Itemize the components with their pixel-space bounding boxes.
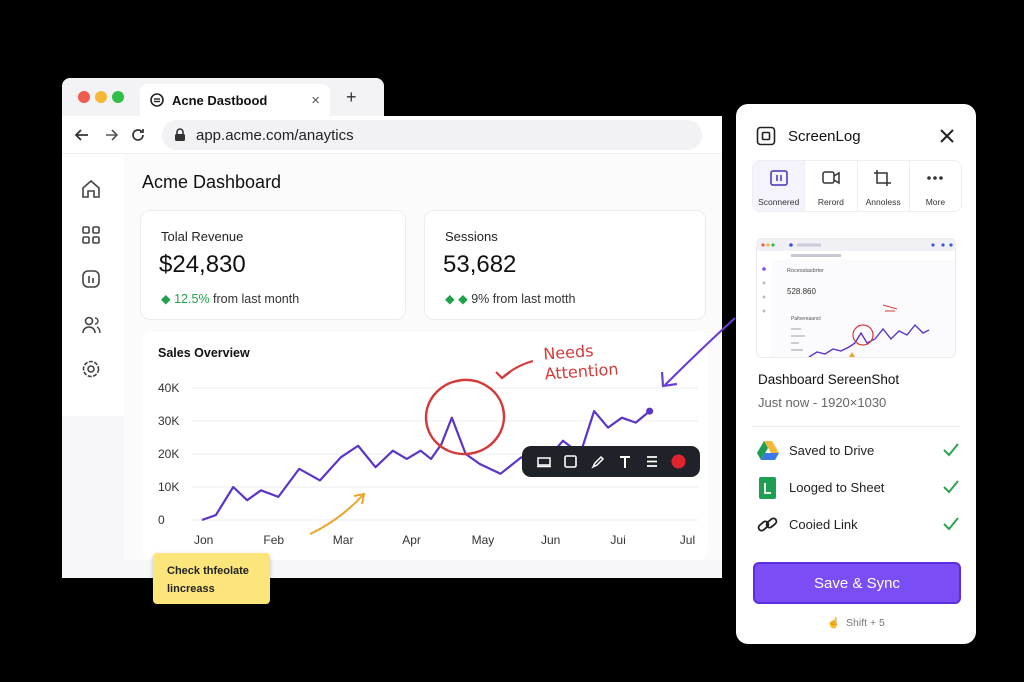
save-sync-button[interactable]: Save & Sync <box>753 562 961 604</box>
screenshot-name: Dashboard SereenShot <box>758 372 900 387</box>
status-link: Cooied Link <box>756 512 962 538</box>
text-icon[interactable] <box>617 454 633 470</box>
pen-icon[interactable] <box>590 454 606 470</box>
shortcut-hint: ☝ Shift + 5 <box>736 616 976 629</box>
shortcut-text: Shift + 5 <box>846 617 885 629</box>
menu-icon[interactable] <box>644 454 660 470</box>
mode-screenshot[interactable]: Sconnered <box>753 161 806 211</box>
sticky-note[interactable]: Check thfeolate lincreass <box>153 553 270 604</box>
status-label: Saved to Drive <box>789 443 875 458</box>
sticky-line: lincreass <box>167 582 215 595</box>
screenshot-thumbnail[interactable]: 528.860 Rocesstasbrter Pafoereaanct <box>756 238 956 358</box>
mode-more[interactable]: More <box>910 161 961 211</box>
rect-select-icon[interactable] <box>536 454 552 470</box>
annotation-layer <box>309 317 736 535</box>
yellow-arrow[interactable] <box>309 493 365 535</box>
thumb-sub: Pafoereaanct <box>791 316 821 322</box>
screenlog-panel: ScreenLog Sconnered Rerord Annoless More <box>736 104 976 644</box>
mode-label: Sconnered <box>758 197 800 207</box>
check-icon <box>943 443 959 457</box>
capture-modes: Sconnered Rerord Annoless More <box>752 160 962 212</box>
purple-arrow[interactable] <box>664 317 736 386</box>
thumb-title: Rocesstasbrter <box>787 268 824 274</box>
status-drive: Saved to Drive <box>756 438 962 464</box>
mode-annotate[interactable]: Annoless <box>858 161 910 211</box>
needs-attention-note[interactable]: Needs Attention <box>543 339 619 384</box>
video-mode-icon <box>822 171 840 185</box>
link-icon <box>757 517 778 532</box>
status-label: Looged to Sheet <box>789 480 885 495</box>
thumbnail-preview: 528.860 Rocesstasbrter Pafoereaanct <box>757 239 955 357</box>
panel-divider <box>752 426 960 427</box>
record-icon[interactable] <box>671 454 687 470</box>
screenshot-mode-icon <box>769 170 788 186</box>
thumb-value: 528.860 <box>787 287 816 296</box>
sticky-line: Check thfeolate <box>167 565 249 577</box>
check-icon <box>943 480 959 494</box>
sheet-icon <box>759 477 776 499</box>
status-sheet: Looged to Sheet <box>756 475 962 501</box>
mode-label: Annoless <box>865 197 901 207</box>
screenlog-logo-icon <box>756 126 776 146</box>
panel-header: ScreenLog <box>736 104 976 164</box>
status-label: Cooied Link <box>789 517 858 532</box>
hand-icon: ☝ <box>827 617 841 629</box>
drive-icon <box>757 441 779 460</box>
annotation-toolbar <box>522 446 700 477</box>
square-icon[interactable] <box>563 454 579 470</box>
mode-label: More <box>925 197 946 207</box>
highlight-circle[interactable] <box>421 375 509 459</box>
more-icon <box>927 176 944 180</box>
mode-record[interactable]: Rerord <box>805 161 858 211</box>
panel-title: ScreenLog <box>788 128 861 145</box>
red-arrowhead <box>495 371 511 380</box>
check-icon <box>943 517 959 531</box>
close-icon[interactable] <box>940 129 954 143</box>
screenshot-meta: Just now - 1920×1030 <box>758 395 887 410</box>
crop-mode-icon <box>874 170 892 186</box>
mode-label: Rerord <box>817 197 844 207</box>
